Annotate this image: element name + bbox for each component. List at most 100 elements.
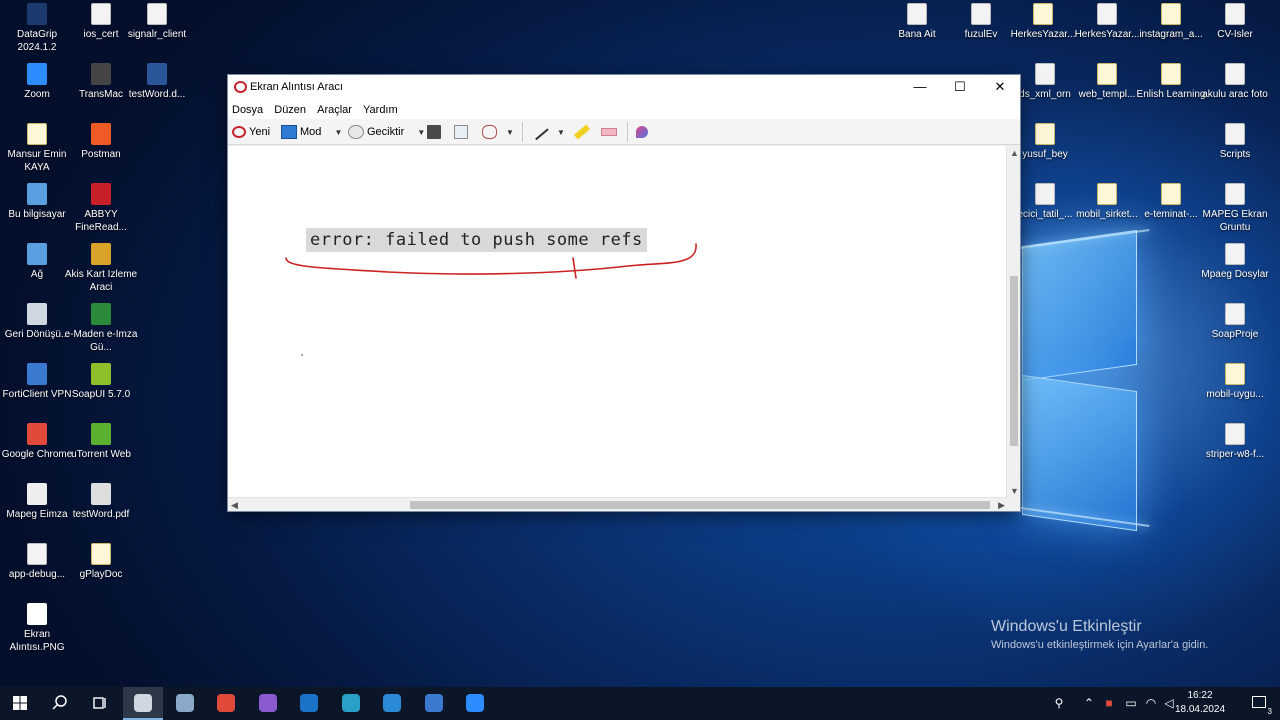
file-icon xyxy=(1225,423,1245,445)
folder-icon xyxy=(1035,123,1055,145)
folder-icon xyxy=(1225,363,1245,385)
search-button[interactable] xyxy=(40,687,80,720)
taskbar-app-visual-studio[interactable] xyxy=(248,687,288,720)
desktop-icon[interactable]: HerkesYazar... xyxy=(1070,3,1144,41)
desktop-icon-label: Bu bilgisayar xyxy=(8,209,66,220)
desktop-icon[interactable]: Geri Dönüşü... xyxy=(0,303,74,341)
desktop-icon[interactable]: mobil-uygu... xyxy=(1198,363,1272,401)
clock[interactable]: 16:22 18.04.2024 xyxy=(1170,689,1230,717)
desktop-icon[interactable]: web_templ... xyxy=(1070,63,1144,101)
desktop-icon[interactable]: Bu bilgisayar xyxy=(0,183,74,221)
taskbar-app-edge[interactable] xyxy=(331,687,371,720)
battery-icon[interactable]: ▭ xyxy=(1124,696,1138,710)
send-button[interactable]: ▼ xyxy=(482,123,514,141)
paint3d-icon xyxy=(636,126,648,139)
desktop-icon[interactable]: app-debug... xyxy=(0,543,74,581)
taskbar-app-snipping-tool[interactable] xyxy=(123,687,163,720)
menu-edit[interactable]: Düzen xyxy=(270,99,310,116)
desktop-icon[interactable]: MAPEG Ekran Gruntu xyxy=(1198,183,1272,234)
clock-date: 18.04.2024 xyxy=(1174,704,1226,715)
taskbar-app-chrome[interactable] xyxy=(206,687,246,720)
desktop-icon[interactable]: SoapUI 5.7.0 xyxy=(64,363,138,401)
file-icon xyxy=(1225,303,1245,325)
people-icon[interactable]: ⚲ xyxy=(1052,696,1066,710)
desktop-icon[interactable]: e-Maden e-Imza Gü... xyxy=(64,303,138,354)
scissors-icon xyxy=(234,81,247,93)
close-button[interactable]: ✕ xyxy=(980,75,1020,99)
taskbar-app-outlook[interactable] xyxy=(289,687,329,720)
desktop-icon[interactable]: mobil_sirket... xyxy=(1070,183,1144,221)
desktop-icon[interactable]: Akis Kart Izleme Araci xyxy=(64,243,138,294)
wifi-icon[interactable]: ◠ xyxy=(1144,696,1158,710)
file-icon xyxy=(27,543,47,565)
task-view-button[interactable] xyxy=(80,687,120,720)
mode-button[interactable]: Mod ▼ xyxy=(281,123,342,141)
save-button[interactable] xyxy=(427,123,444,141)
desktop-icon[interactable]: DataGrip 2024.1.2 xyxy=(0,3,74,54)
highlighter-button[interactable] xyxy=(573,123,593,141)
desktop-icon[interactable]: Scripts xyxy=(1198,123,1272,161)
desktop-icon[interactable]: testWord.pdf xyxy=(64,483,138,521)
desktop-icon-label: yusuf_bey xyxy=(1022,149,1068,160)
chrome-icon xyxy=(217,694,235,712)
desktop-icon[interactable]: Ekran Alıntısı.PNG xyxy=(0,603,74,654)
desktop-icon[interactable]: CV-Isler xyxy=(1198,3,1272,41)
scroll-up-icon[interactable]: ▲ xyxy=(1010,148,1019,158)
horizontal-scroll-thumb[interactable] xyxy=(410,501,990,509)
file-icon xyxy=(1035,183,1055,205)
pen-button[interactable]: ▼ xyxy=(531,123,565,141)
desktop-icon[interactable]: Bana Ait xyxy=(880,3,954,41)
scroll-left-icon[interactable]: ◀ xyxy=(231,500,238,511)
zoom-icon xyxy=(27,63,47,85)
desktop-icon[interactable]: FortiClient VPN xyxy=(0,363,74,401)
desktop-icon[interactable]: gPlayDoc xyxy=(64,543,138,581)
desktop-icon[interactable]: Mpaeg Dosylar xyxy=(1198,243,1272,281)
paint3d-button[interactable] xyxy=(636,123,651,141)
taskbar-app-forticlient[interactable] xyxy=(414,687,454,720)
antivirus-icon[interactable]: ■ xyxy=(1102,696,1116,710)
desktop-icon[interactable]: striper-w8-f... xyxy=(1198,423,1272,461)
desktop-icon[interactable]: Mapeg Eimza xyxy=(0,483,74,521)
copy-button[interactable] xyxy=(454,123,471,141)
desktop-icon[interactable]: akulu arac foto xyxy=(1198,63,1272,101)
menu-help[interactable]: Yardım xyxy=(359,99,402,116)
desktop-icon[interactable]: Enlish Learning xyxy=(1134,63,1208,101)
menu-tools[interactable]: Araçlar xyxy=(313,99,356,116)
desktop-icon[interactable]: signalr_client xyxy=(120,3,194,41)
scroll-down-icon[interactable]: ▼ xyxy=(1010,486,1019,496)
desktop-icon[interactable]: Google Chrome xyxy=(0,423,74,461)
scroll-right-icon[interactable]: ▶ xyxy=(998,500,1005,511)
taskbar: ⚲ ⌃ ■ ▭ ◠ ◁ 16:22 18.04.2024 3 xyxy=(0,687,1280,720)
desktop-icon[interactable]: Postman xyxy=(64,123,138,161)
desktop-icon[interactable]: instagram_a... xyxy=(1134,3,1208,41)
desktop-icon[interactable]: ABBYY FineRead... xyxy=(64,183,138,234)
minimize-button[interactable]: — xyxy=(900,75,940,99)
chevron-up-icon[interactable]: ⌃ xyxy=(1082,696,1096,710)
snip-canvas[interactable]: error: failed to push some refs xyxy=(228,146,1008,498)
utorrent-icon xyxy=(91,423,111,445)
desktop-icon[interactable]: Zoom xyxy=(0,63,74,101)
desktop-icon[interactable]: SoapProje xyxy=(1198,303,1272,341)
desktop-icon[interactable]: HerkesYazar... xyxy=(1006,3,1080,41)
taskbar-app-zoom[interactable] xyxy=(455,687,495,720)
taskbar-app-vscode[interactable] xyxy=(372,687,412,720)
desktop-icon[interactable]: testWord.d... xyxy=(120,63,194,101)
maximize-button[interactable]: ☐ xyxy=(940,75,980,99)
title-bar[interactable]: Ekran Alıntısı Aracı — ☐ ✕ xyxy=(228,75,1020,99)
new-snip-button[interactable]: Yeni xyxy=(232,123,270,141)
desktop-icon[interactable]: Mansur Emin KAYA xyxy=(0,123,74,174)
action-center-button[interactable]: 3 xyxy=(1250,694,1272,716)
desktop-icon[interactable]: Ağ xyxy=(0,243,74,281)
vertical-scroll-thumb[interactable] xyxy=(1010,276,1018,446)
vertical-scrollbar[interactable]: ▲ ▼ xyxy=(1006,146,1020,498)
taskbar-app-pgadmin[interactable] xyxy=(165,687,205,720)
menu-file[interactable]: Dosya xyxy=(228,99,267,116)
desktop-icon[interactable]: uTorrent Web xyxy=(64,423,138,461)
delay-button[interactable]: Geciktir ▼ xyxy=(348,123,425,141)
file-icon xyxy=(1097,3,1117,25)
start-button[interactable] xyxy=(0,687,40,720)
eraser-button[interactable] xyxy=(601,123,620,141)
snipping-tool-window[interactable]: Ekran Alıntısı Aracı — ☐ ✕ Dosya Düzen A… xyxy=(227,74,1021,512)
desktop-icon[interactable]: e-teminat-... xyxy=(1134,183,1208,221)
horizontal-scrollbar[interactable]: ◀ ▶ xyxy=(228,497,1008,511)
